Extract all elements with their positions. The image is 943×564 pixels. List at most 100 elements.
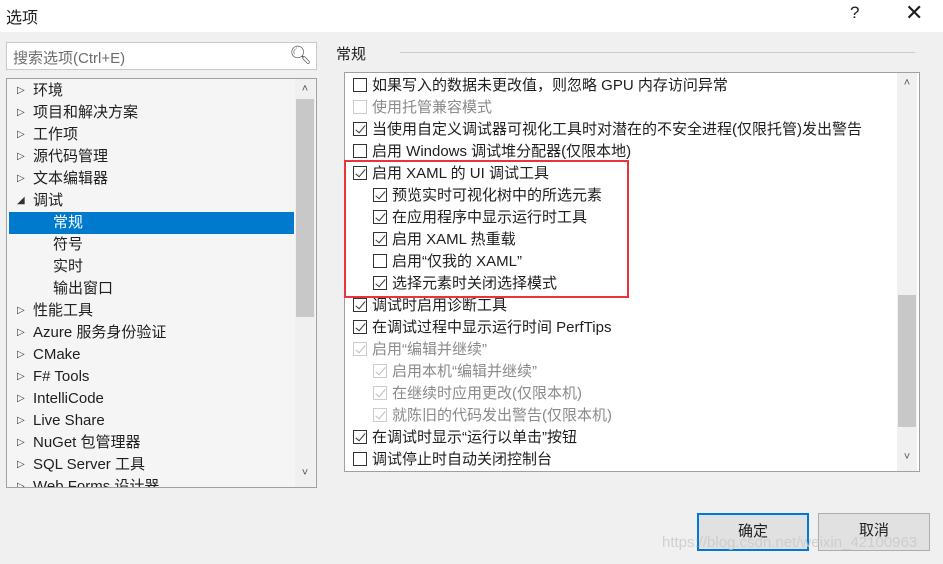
options-scroll-thumb[interactable]: [898, 295, 916, 427]
option-checkbox[interactable]: [353, 320, 367, 334]
tree-item-label: Web Forms 设计器: [33, 478, 160, 488]
tree-item[interactable]: ▷ 源代码管理: [9, 146, 294, 168]
option-checkbox[interactable]: [353, 452, 367, 466]
tree-scroll-thumb[interactable]: [296, 99, 314, 317]
option-checkbox[interactable]: [353, 144, 367, 158]
collapsed-arrow-icon[interactable]: ▷: [17, 146, 25, 168]
option-checkbox[interactable]: [373, 408, 387, 422]
scroll-up-icon[interactable]: ˄: [898, 77, 916, 89]
window-title: 选项: [6, 10, 39, 27]
tree-item-label: 工作项: [33, 126, 79, 143]
tree-item-label: SQL Server 工具: [33, 456, 145, 473]
option-checkbox[interactable]: [353, 78, 367, 92]
search-placeholder: 搜索选项(Ctrl+E): [13, 50, 126, 67]
collapsed-arrow-icon[interactable]: ▷: [17, 366, 25, 388]
options-tree: ˄ ˅ ▷ 环境 ▷ 项目和解决方案 ▷ 工作项 ▷ 源代码管理 ▷ 文本编辑器 ◢ 调试 常规 符号 实时…: [6, 78, 317, 488]
scroll-down-icon[interactable]: ˅: [296, 467, 314, 479]
tree-item[interactable]: ▷ Azure 服务身份验证: [9, 322, 294, 344]
option-row[interactable]: 就陈旧的代码发出警告(仅限本机): [373, 405, 612, 427]
collapsed-arrow-icon[interactable]: ▷: [17, 388, 25, 410]
option-checkbox[interactable]: [353, 430, 367, 444]
collapsed-arrow-icon[interactable]: ▷: [17, 432, 25, 454]
tree-item-label: 实时: [53, 258, 84, 275]
tree-item[interactable]: ▷ 环境: [9, 80, 294, 102]
tree-item[interactable]: ▷ IntelliCode: [9, 388, 294, 410]
option-label: 在调试时显示“运行以单击”按钮: [372, 429, 577, 446]
option-checkbox[interactable]: [353, 122, 367, 136]
section-divider: [400, 52, 915, 53]
option-label: 就陈旧的代码发出警告(仅限本机): [392, 407, 612, 424]
tree-item[interactable]: 实时: [9, 256, 294, 278]
option-label: 在继续时应用更改(仅限本机): [392, 385, 582, 402]
expanded-arrow-icon[interactable]: ◢: [17, 190, 25, 212]
collapsed-arrow-icon[interactable]: ▷: [17, 300, 25, 322]
tree-item[interactable]: ▷ 工作项: [9, 124, 294, 146]
collapsed-arrow-icon[interactable]: ▷: [17, 410, 25, 432]
section-title: 常规: [336, 46, 367, 63]
option-label: 启用本机“编辑并继续”: [392, 363, 537, 380]
options-scrollbar[interactable]: ˄ ˅: [897, 73, 917, 471]
tree-item-label: Live Share: [33, 412, 105, 429]
tree-item[interactable]: ◢ 调试: [9, 190, 294, 212]
search-input[interactable]: 搜索选项(Ctrl+E) 🔍︎: [6, 42, 317, 70]
tree-item[interactable]: ▷ 项目和解决方案: [9, 102, 294, 124]
collapsed-arrow-icon[interactable]: ▷: [17, 102, 25, 124]
option-label: 调试停止时自动关闭控制台: [372, 451, 553, 468]
option-label: 如果写入的数据未更改值，则忽略 GPU 内存访问异常: [372, 77, 728, 94]
option-label: 在调试过程中显示运行时间 PerfTips: [372, 319, 612, 336]
option-row[interactable]: 在调试时显示“运行以单击”按钮: [353, 427, 577, 449]
tree-item[interactable]: ▷ 性能工具: [9, 300, 294, 322]
highlight-box: [344, 160, 629, 298]
tree-item-label: 性能工具: [33, 302, 94, 319]
search-icon[interactable]: 🔍︎: [289, 45, 312, 66]
tree-item-label: Azure 服务身份验证: [33, 324, 167, 341]
option-row[interactable]: 在继续时应用更改(仅限本机): [373, 383, 582, 405]
tree-item[interactable]: ▷ CMake: [9, 344, 294, 366]
option-label: 当使用自定义调试器可视化工具时对潜在的不安全进程(仅限托管)发出警告: [372, 121, 862, 138]
watermark: https://blog.csdn.net/weixin_42100963: [662, 534, 918, 551]
option-checkbox[interactable]: [353, 298, 367, 312]
close-button[interactable]: ✕: [905, 0, 923, 26]
option-row[interactable]: 启用本机“编辑并继续”: [373, 361, 537, 383]
collapsed-arrow-icon[interactable]: ▷: [17, 124, 25, 146]
tree-item[interactable]: ▷ Live Share: [9, 410, 294, 432]
option-checkbox[interactable]: [373, 364, 387, 378]
option-label: 启用“编辑并继续”: [372, 341, 487, 358]
option-row[interactable]: 如果写入的数据未更改值，则忽略 GPU 内存访问异常: [353, 75, 728, 97]
tree-item[interactable]: 常规: [9, 212, 294, 234]
scroll-down-icon[interactable]: ˅: [898, 451, 916, 463]
collapsed-arrow-icon[interactable]: ▷: [17, 454, 25, 476]
collapsed-arrow-icon[interactable]: ▷: [17, 80, 25, 102]
help-button[interactable]: ?: [850, 3, 859, 23]
option-row[interactable]: 当使用自定义调试器可视化工具时对潜在的不安全进程(仅限托管)发出警告: [353, 119, 862, 141]
tree-item[interactable]: 符号: [9, 234, 294, 256]
tree-item[interactable]: ▷ 文本编辑器: [9, 168, 294, 190]
tree-item-label: 文本编辑器: [33, 170, 109, 187]
collapsed-arrow-icon[interactable]: ▷: [17, 344, 25, 366]
tree-item[interactable]: ▷ Web Forms 设计器: [9, 476, 294, 488]
collapsed-arrow-icon[interactable]: ▷: [17, 322, 25, 344]
collapsed-arrow-icon[interactable]: ▷: [17, 168, 25, 190]
option-checkbox[interactable]: [353, 342, 367, 356]
tree-item[interactable]: ▷ NuGet 包管理器: [9, 432, 294, 454]
tree-item-label: F# Tools: [33, 368, 90, 385]
title-bar: 选项 ? ✕: [0, 0, 943, 32]
option-row[interactable]: 在调试过程中显示运行时间 PerfTips: [353, 317, 611, 339]
tree-item[interactable]: 输出窗口: [9, 278, 294, 300]
option-row[interactable]: 调试停止时自动关闭控制台: [353, 449, 552, 471]
tree-item-label: 常规: [53, 214, 84, 231]
option-row[interactable]: 使用托管兼容模式: [353, 97, 492, 119]
option-checkbox[interactable]: [373, 386, 387, 400]
option-label: 启用 Windows 调试堆分配器(仅限本地): [372, 143, 632, 160]
tree-scrollbar[interactable]: ˄ ˅: [295, 79, 315, 487]
option-row[interactable]: 启用“编辑并继续”: [353, 339, 487, 361]
tree-item[interactable]: ▷ F# Tools: [9, 366, 294, 388]
option-label: 使用托管兼容模式: [372, 99, 493, 116]
tree-item-label: CMake: [33, 346, 81, 363]
collapsed-arrow-icon[interactable]: ▷: [17, 476, 25, 487]
option-row[interactable]: 调试时启用诊断工具: [353, 295, 507, 317]
tree-item-label: 输出窗口: [53, 280, 114, 297]
scroll-up-icon[interactable]: ˄: [296, 83, 314, 95]
tree-item[interactable]: ▷ SQL Server 工具: [9, 454, 294, 476]
option-checkbox[interactable]: [353, 100, 367, 114]
